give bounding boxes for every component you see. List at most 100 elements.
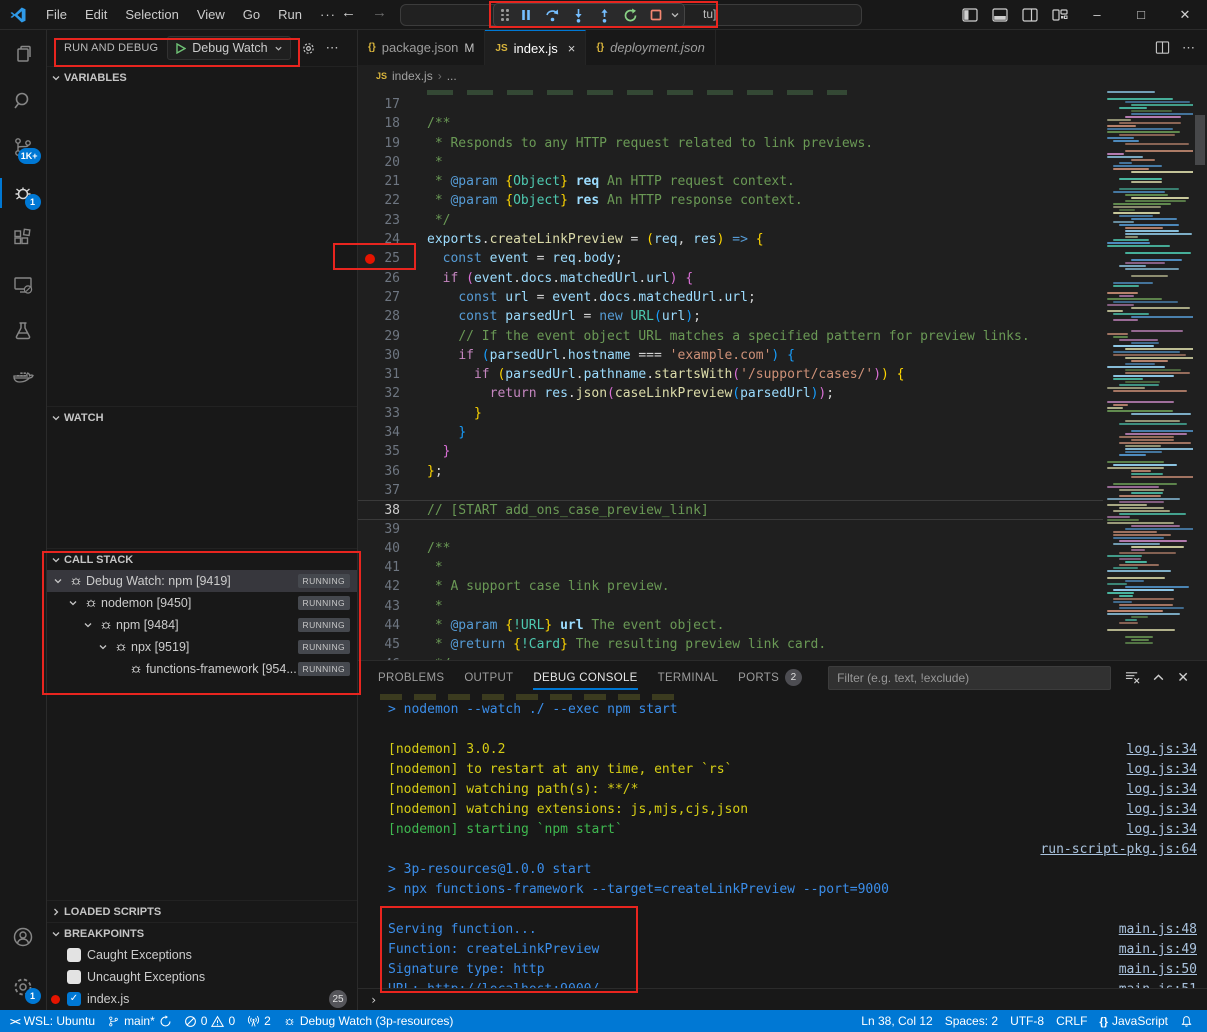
step-over-icon[interactable]	[540, 5, 564, 25]
watch-section-header[interactable]: WATCH	[47, 406, 357, 428]
gutter[interactable]: 36	[358, 462, 427, 481]
menu-file[interactable]: File	[37, 4, 76, 26]
variables-section-header[interactable]: VARIABLES	[47, 66, 357, 88]
step-out-icon[interactable]	[592, 5, 616, 25]
source-link[interactable]: main.js:48	[1119, 920, 1197, 940]
source-link[interactable]: main.js:49	[1119, 940, 1197, 960]
activity-bar-item-settings[interactable]: 1	[0, 964, 47, 1010]
gutter[interactable]: 22	[358, 191, 427, 210]
status-indentation[interactable]: Spaces: 2	[939, 1010, 1004, 1032]
status-ports[interactable]: 2	[241, 1010, 277, 1032]
loaded-scripts-section-header[interactable]: LOADED SCRIPTS	[47, 900, 357, 922]
close-icon[interactable]: ×	[568, 41, 576, 56]
scrollbar-thumb[interactable]	[1195, 115, 1205, 165]
gutter[interactable]: 32	[358, 384, 427, 403]
gutter[interactable]: 37	[358, 481, 427, 500]
stop-icon[interactable]	[644, 5, 668, 25]
call-stack-row[interactable]: Debug Watch: npm [9419]RUNNING	[47, 570, 357, 592]
source-link[interactable]: main.js:51	[1119, 980, 1197, 988]
source-link[interactable]: log.js:34	[1127, 780, 1197, 800]
nav-forward-icon[interactable]: →	[372, 4, 387, 21]
debug-console-input[interactable]: ›	[358, 988, 1207, 1010]
gutter[interactable]: 23	[358, 211, 427, 230]
gutter[interactable]: 31	[358, 365, 427, 384]
gutter[interactable]: 21	[358, 172, 427, 191]
checkbox[interactable]: ✓	[67, 992, 81, 1006]
panel-tab-debug-console[interactable]: DEBUG CONSOLE	[525, 666, 645, 690]
gutter[interactable]: 24	[358, 230, 427, 249]
more-actions-icon[interactable]: ⋯	[326, 40, 339, 56]
gutter[interactable]: 17	[358, 95, 427, 114]
gutter[interactable]: 35	[358, 442, 427, 461]
activity-bar-item-accounts[interactable]	[0, 914, 47, 960]
call-stack-section-header[interactable]: CALL STACK	[47, 548, 357, 570]
minimize-button[interactable]: –	[1075, 0, 1119, 30]
maximize-button[interactable]: □	[1119, 0, 1163, 30]
customize-layout-icon[interactable]	[1045, 0, 1075, 30]
activity-bar-item-source-control[interactable]: 1K+	[0, 124, 47, 170]
call-stack-row[interactable]: npx [9519]RUNNING	[47, 636, 357, 658]
status-cursor-position[interactable]: Ln 38, Col 12	[855, 1010, 938, 1032]
chevron-down-icon[interactable]	[53, 576, 69, 586]
code-editor[interactable]: 1718/**19 * Responds to any HTTP request…	[358, 87, 1103, 660]
menu-view[interactable]: View	[188, 4, 234, 26]
source-link[interactable]: run-script-pkg.js:64	[1040, 840, 1197, 860]
checkbox[interactable]	[67, 948, 81, 962]
panel-tab-terminal[interactable]: TERMINAL	[650, 666, 727, 690]
activity-bar-item-explorer[interactable]	[0, 32, 47, 78]
gutter[interactable]: 28	[358, 307, 427, 326]
maximize-panel-icon[interactable]	[1152, 671, 1165, 684]
status-branch[interactable]: main*	[101, 1010, 178, 1032]
gutter[interactable]: 45	[358, 635, 427, 654]
gutter[interactable]: 46	[358, 655, 427, 660]
source-link[interactable]: log.js:34	[1127, 820, 1197, 840]
launch-config-dropdown[interactable]: Debug Watch	[167, 36, 290, 60]
minimap[interactable]	[1103, 87, 1193, 660]
start-debug-icon[interactable]	[175, 43, 186, 54]
source-link[interactable]: log.js:34	[1127, 800, 1197, 820]
gutter[interactable]: 33	[358, 404, 427, 423]
checkbox[interactable]	[67, 970, 81, 984]
source-link[interactable]: log.js:34	[1127, 740, 1197, 760]
gutter[interactable]: 26	[358, 269, 427, 288]
gutter[interactable]: 42	[358, 577, 427, 596]
status-eol[interactable]: CRLF	[1050, 1010, 1093, 1032]
menu-edit[interactable]: Edit	[76, 4, 116, 26]
nav-back-icon[interactable]: ←	[341, 4, 356, 21]
activity-bar-item-testing[interactable]	[0, 308, 47, 354]
breakpoint-row[interactable]: ✓index.js25	[47, 988, 357, 1010]
call-stack-row[interactable]: functions-framework [954...RUNNING	[47, 658, 357, 680]
panel-tab-problems[interactable]: PROBLEMS	[370, 666, 452, 690]
status-remote[interactable]: ><WSL: Ubuntu	[4, 1010, 101, 1032]
breakpoint-row[interactable]: Caught Exceptions	[47, 944, 357, 966]
close-button[interactable]: ✕	[1163, 0, 1207, 30]
toggle-panel-icon[interactable]	[985, 0, 1015, 30]
panel-tab-ports[interactable]: PORTS2	[730, 663, 810, 692]
tab-package-json[interactable]: {}package.jsonM	[358, 30, 485, 65]
close-panel-icon[interactable]: ✕	[1177, 669, 1189, 686]
status-encoding[interactable]: UTF-8	[1004, 1010, 1050, 1032]
status-notifications[interactable]	[1174, 1010, 1199, 1032]
menu-go[interactable]: Go	[234, 4, 269, 26]
gutter[interactable]: 39	[358, 520, 427, 539]
activity-bar-item-search[interactable]	[0, 78, 47, 124]
gear-icon[interactable]	[301, 41, 316, 56]
gutter[interactable]: 19	[358, 134, 427, 153]
editor-scrollbar[interactable]	[1193, 87, 1207, 660]
pause-icon[interactable]	[514, 5, 538, 25]
activity-bar-item-remote-explorer[interactable]	[0, 262, 47, 308]
source-link[interactable]: main.js:50	[1119, 960, 1197, 980]
split-editor-icon[interactable]	[1155, 40, 1170, 55]
chevron-down-icon[interactable]	[83, 620, 99, 630]
status-problems[interactable]: 00	[178, 1010, 241, 1032]
call-stack-row[interactable]: nodemon [9450]RUNNING	[47, 592, 357, 614]
gutter[interactable]: 27	[358, 288, 427, 307]
breakpoint-row[interactable]: Uncaught Exceptions	[47, 966, 357, 988]
step-into-icon[interactable]	[566, 5, 590, 25]
chevron-down-icon[interactable]	[98, 642, 114, 652]
drag-grip-icon[interactable]	[501, 9, 509, 21]
tab-deployment-json[interactable]: {}deployment.json	[586, 30, 715, 65]
source-link[interactable]: log.js:34	[1127, 760, 1197, 780]
gutter[interactable]: 40	[358, 539, 427, 558]
debug-console-output[interactable]: > nodemon --watch ./ --exec npm start[no…	[358, 694, 1207, 988]
